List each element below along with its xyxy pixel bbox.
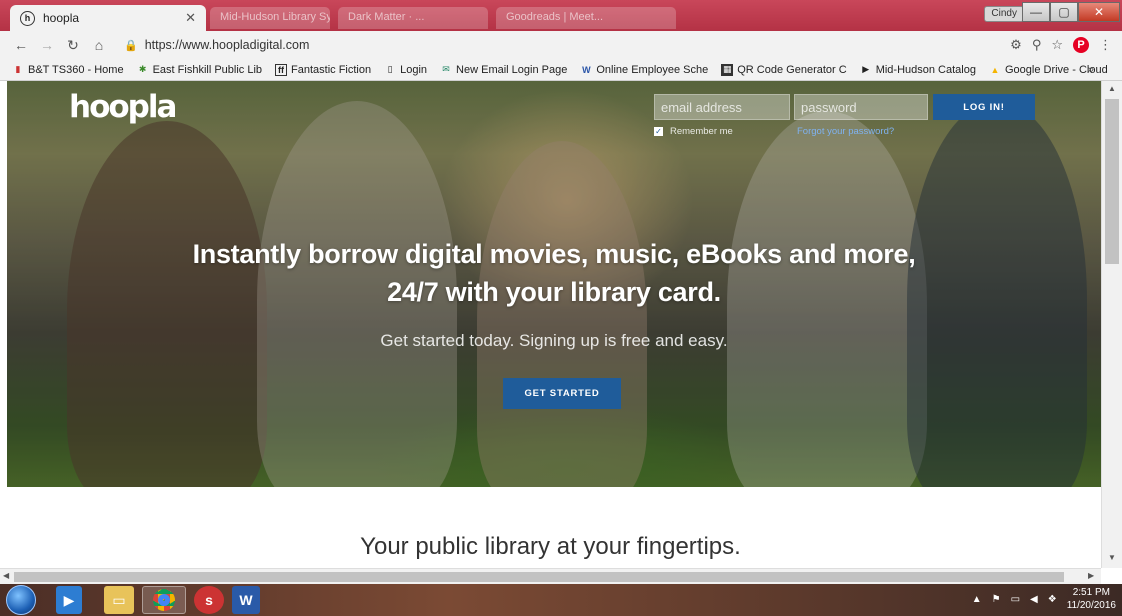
word-icon[interactable]: W: [232, 586, 260, 614]
play-icon: ▶: [862, 64, 870, 74]
dropbox-icon[interactable]: ❖: [1048, 594, 1057, 605]
vertical-scrollbar[interactable]: ▲ ▼: [1101, 81, 1122, 568]
file-explorer-icon[interactable]: ▭: [104, 586, 134, 614]
chrome-icon[interactable]: [142, 586, 186, 614]
tab-title: hoopla: [43, 11, 80, 25]
get-started-button[interactable]: GET STARTED: [503, 378, 621, 409]
scroll-up-icon[interactable]: ▲: [1108, 84, 1116, 93]
horizontal-scrollbar[interactable]: ◀ ▶: [0, 568, 1101, 584]
minimize-icon[interactable]: —: [1022, 2, 1050, 22]
browser-toolbar: ← → ↻ ⌂ 🔒 https://www.hoopladigital.com …: [0, 31, 1122, 59]
network-icon[interactable]: ▭: [1011, 594, 1020, 605]
horizontal-scroll-thumb[interactable]: [14, 572, 1064, 582]
tab-inactive-3[interactable]: Goodreads | Meet...: [496, 7, 676, 29]
vertical-scroll-thumb[interactable]: [1105, 99, 1119, 264]
star-icon[interactable]: ☆: [1051, 37, 1063, 53]
page-icon: ▯: [387, 64, 393, 74]
page-tagline: Your public library at your fingertips.: [360, 533, 741, 560]
tab-inactive-1[interactable]: Mid-Hudson Library Sy...: [210, 7, 330, 29]
scroll-left-icon[interactable]: ◀: [3, 571, 9, 580]
ff-icon: ff: [275, 63, 288, 76]
taskbar: ▶ ▭ s W ▲ ⚑ ▭ ◀ ❖ 2:51 PM 11/20/2016: [0, 584, 1122, 616]
system-tray: ▲ ⚑ ▭ ◀ ❖ 2:51 PM 11/20/2016: [972, 586, 1116, 612]
bookmark-fantastic-fiction[interactable]: ff Fantastic Fiction: [275, 63, 371, 76]
forgot-password-link[interactable]: Forgot your password?: [797, 126, 894, 137]
bookmarks-more-icon[interactable]: »: [1087, 62, 1094, 76]
bookmark-bt-ts360[interactable]: ▮ B&T TS360 - Home: [12, 64, 124, 76]
qr-icon: ▦: [721, 63, 734, 76]
bookmarks-bar: ▮ B&T TS360 - Home ✱ East Fishkill Public …: [0, 59, 1122, 81]
bt-icon: ▮: [15, 64, 21, 74]
home-icon[interactable]: ⌂: [88, 37, 110, 53]
address-bar[interactable]: 🔒 https://www.hoopladigital.com: [124, 34, 1010, 56]
reload-icon[interactable]: ↻: [62, 37, 84, 54]
close-window-icon[interactable]: ✕: [1078, 2, 1120, 22]
forward-icon[interactable]: →: [36, 37, 58, 53]
hoopla-favicon-icon: h: [20, 10, 35, 26]
tab-inactive-2[interactable]: Dark Matter · ...: [338, 7, 488, 29]
scroll-down-icon[interactable]: ▼: [1108, 553, 1116, 562]
hoopla-logo[interactable]: hoopla: [69, 89, 177, 125]
email-icon: ✉: [442, 64, 450, 74]
lock-icon: 🔒: [124, 39, 138, 52]
w-icon: W: [582, 64, 591, 75]
menu-icon[interactable]: ⋮: [1099, 37, 1112, 53]
start-button-icon[interactable]: [6, 585, 36, 615]
palm-icon: ✱: [138, 64, 147, 74]
hero-headline: Instantly borrow digital movies, music, …: [192, 239, 916, 307]
media-player-icon[interactable]: ▶: [56, 586, 82, 614]
hero-subheadline: Get started today. Signing up is free an…: [380, 331, 728, 350]
remember-me-label: Remember me: [670, 126, 733, 137]
tab-hoopla[interactable]: h hoopla ✕: [10, 5, 206, 31]
volume-icon[interactable]: ◀: [1030, 594, 1038, 605]
flag-icon[interactable]: ⚑: [992, 594, 1001, 605]
clock[interactable]: 2:51 PM 11/20/2016: [1067, 586, 1116, 612]
back-icon[interactable]: ←: [10, 37, 32, 53]
hero-banner: hoopla LOG IN! ✓ Remember me Forgot your…: [7, 81, 1101, 487]
web-page: hoopla LOG IN! ✓ Remember me Forgot your…: [0, 81, 1101, 568]
extension-icon[interactable]: ⚙: [1010, 37, 1022, 53]
bookmark-qr-code[interactable]: ▦ QR Code Generator C: [721, 63, 847, 76]
bookmark-login[interactable]: ▯ Login: [384, 64, 427, 76]
login-button[interactable]: LOG IN!: [933, 94, 1035, 120]
remember-me[interactable]: ✓ Remember me: [654, 126, 733, 137]
url-text: https://www.hoopladigital.com: [144, 38, 310, 52]
password-field[interactable]: [794, 94, 928, 120]
tray-expand-icon[interactable]: ▲: [972, 594, 982, 605]
user-badge[interactable]: Cindy: [984, 6, 1024, 22]
maximize-icon[interactable]: ▢: [1050, 2, 1078, 22]
email-field[interactable]: [654, 94, 790, 120]
drive-icon: ▲: [990, 64, 1000, 75]
pinterest-icon[interactable]: P: [1073, 37, 1089, 53]
tab-strip: h hoopla ✕ Mid-Hudson Library Sy... Dark…: [0, 0, 1122, 31]
remember-me-checkbox[interactable]: ✓: [654, 127, 663, 136]
pin-icon[interactable]: ⚲: [1032, 37, 1042, 53]
bookmark-new-email[interactable]: ✉ New Email Login Page: [440, 64, 567, 76]
sierra-icon[interactable]: s: [194, 586, 224, 614]
bookmark-employee-schedule[interactable]: W Online Employee Sche: [580, 64, 708, 76]
bookmark-east-fishkill[interactable]: ✱ East Fishkill Public Lib: [137, 64, 262, 76]
bookmark-mid-hudson[interactable]: ▶ Mid-Hudson Catalog: [860, 64, 976, 76]
tab-close-icon[interactable]: ✕: [185, 10, 196, 26]
scroll-right-icon[interactable]: ▶: [1088, 571, 1094, 580]
